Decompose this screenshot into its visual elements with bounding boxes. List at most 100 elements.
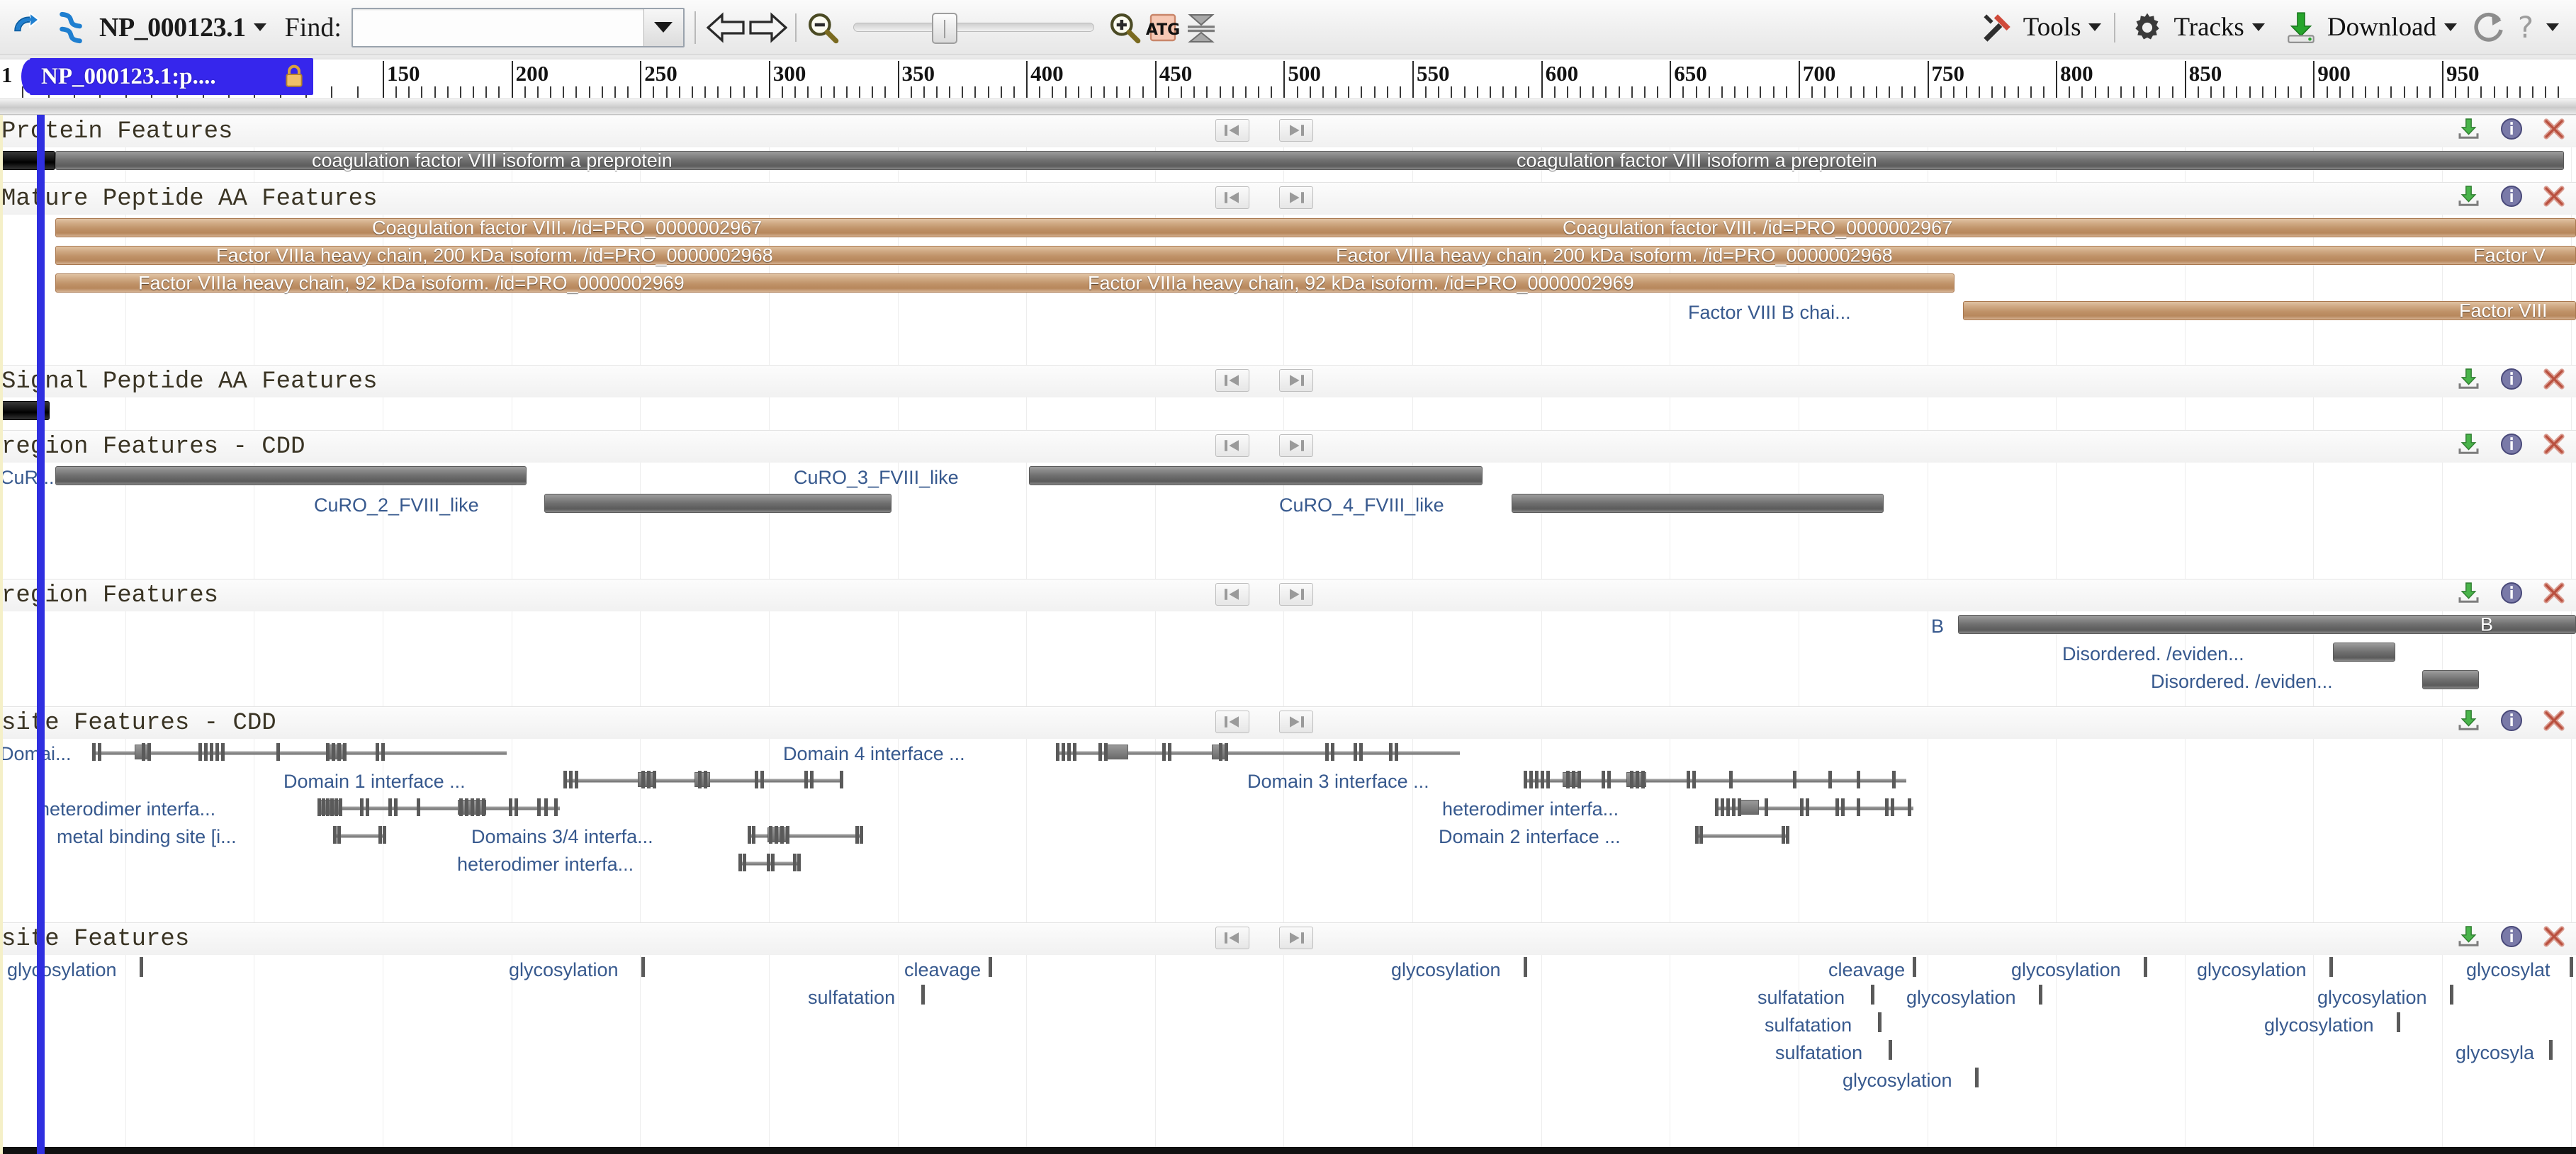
site-marker[interactable]: [276, 743, 280, 761]
feature-bar[interactable]: [544, 494, 892, 513]
site-marker[interactable]: [810, 771, 814, 788]
site-marker[interactable]: [1529, 771, 1533, 788]
site-marker[interactable]: [326, 743, 330, 761]
feature-label[interactable]: Disordered. /eviden...: [2151, 671, 2333, 693]
accession-label[interactable]: NP_000123.1: [99, 12, 246, 43]
site-marker[interactable]: [92, 743, 96, 761]
next-feature-icon[interactable]: [1279, 119, 1313, 142]
site-marker[interactable]: [1732, 798, 1736, 816]
site-marker[interactable]: [793, 854, 797, 871]
site-marker[interactable]: [738, 854, 742, 871]
site-feature-label[interactable]: sulfatation: [808, 987, 895, 1009]
site-marker[interactable]: [139, 957, 143, 977]
site-marker[interactable]: [360, 798, 364, 816]
feature-label[interactable]: Disordered. /eviden...: [2062, 643, 2244, 665]
feature-bar[interactable]: [0, 151, 55, 170]
site-marker[interactable]: [1726, 798, 1730, 816]
site-feature-label[interactable]: glycosylation: [2011, 959, 2121, 981]
site-marker[interactable]: [476, 798, 480, 816]
feature-bar[interactable]: [55, 466, 527, 485]
info-icon[interactable]: [2499, 708, 2524, 732]
site-feature-label[interactable]: glycosylation: [1843, 1070, 1952, 1092]
site-marker[interactable]: [1908, 798, 1911, 816]
site-marker[interactable]: [1359, 743, 1363, 761]
site-marker[interactable]: [1857, 798, 1860, 816]
download-track-icon[interactable]: [2457, 367, 2481, 391]
site-marker[interactable]: [1607, 771, 1611, 788]
site-marker[interactable]: [381, 743, 385, 761]
reload-icon[interactable]: [2468, 9, 2509, 46]
site-marker[interactable]: [2570, 957, 2573, 977]
site-marker[interactable]: [376, 743, 379, 761]
site-feature-label[interactable]: glycosylat: [2466, 959, 2550, 981]
site-marker[interactable]: [653, 771, 656, 788]
feature-label[interactable]: CuRO_4_FVIII_like: [1279, 494, 1444, 516]
position-cursor-line[interactable]: [37, 115, 45, 1154]
site-feature-label[interactable]: glycosylation: [1391, 959, 1501, 981]
site-marker[interactable]: [2038, 985, 2042, 1005]
site-marker[interactable]: [921, 985, 925, 1005]
tools-caret-icon[interactable]: [2088, 23, 2102, 31]
site-marker[interactable]: [1641, 771, 1645, 788]
site-marker[interactable]: [417, 798, 420, 816]
site-marker[interactable]: [366, 798, 369, 816]
site-marker[interactable]: [465, 798, 468, 816]
site-marker[interactable]: [1888, 1040, 1892, 1060]
site-marker[interactable]: [221, 743, 225, 761]
site-marker[interactable]: [780, 826, 784, 844]
feature-label[interactable]: Domain 2 interface ...: [1439, 826, 1621, 848]
feature-bar[interactable]: [2333, 643, 2395, 662]
site-feature-label[interactable]: glycosylation: [2264, 1014, 2374, 1036]
site-marker[interactable]: [804, 771, 808, 788]
site-marker[interactable]: [1835, 798, 1839, 816]
site-marker[interactable]: [1841, 798, 1845, 816]
site-marker[interactable]: [860, 826, 863, 844]
tracks-caret-icon[interactable]: [2251, 23, 2265, 31]
site-marker[interactable]: [775, 826, 778, 844]
zoom-slider-thumb[interactable]: [931, 13, 957, 44]
collapse-icon[interactable]: [1182, 9, 1220, 46]
site-marker[interactable]: [760, 771, 764, 788]
close-icon[interactable]: [2542, 117, 2566, 141]
site-marker[interactable]: [1602, 771, 1605, 788]
site-feature-label[interactable]: glycosylation: [7, 959, 117, 981]
site-marker[interactable]: [1219, 743, 1222, 761]
prev-feature-icon[interactable]: [1215, 583, 1249, 606]
site-marker[interactable]: [1828, 771, 1832, 788]
next-feature-icon[interactable]: [1279, 434, 1313, 457]
site-marker[interactable]: [563, 771, 567, 788]
site-marker[interactable]: [1577, 771, 1581, 788]
feature-label[interactable]: Domain 1 interface ...: [283, 771, 466, 793]
site-marker[interactable]: [797, 854, 801, 871]
site-marker[interactable]: [1870, 985, 1874, 1005]
site-marker[interactable]: [1630, 771, 1633, 788]
site-marker[interactable]: [482, 798, 485, 816]
site-marker[interactable]: [322, 798, 325, 816]
site-marker[interactable]: [337, 743, 341, 761]
site-marker[interactable]: [388, 798, 392, 816]
prev-feature-icon[interactable]: [1215, 119, 1249, 142]
site-marker[interactable]: [1225, 743, 1228, 761]
feature-label[interactable]: CuRO_3_FVIII_like: [794, 467, 959, 489]
site-marker[interactable]: [509, 798, 512, 816]
site-marker[interactable]: [786, 826, 789, 844]
feature-label[interactable]: heterodimer interfa...: [39, 798, 215, 820]
close-icon[interactable]: [2542, 184, 2566, 208]
site-marker[interactable]: [1636, 771, 1639, 788]
site-marker[interactable]: [1062, 743, 1065, 761]
find-combo[interactable]: [351, 7, 685, 47]
site-marker[interactable]: [334, 798, 338, 816]
prev-feature-icon[interactable]: [1215, 186, 1249, 209]
site-marker[interactable]: [378, 826, 382, 844]
feature-label[interactable]: Factor VIII B chai...: [1688, 302, 1851, 324]
feature-label[interactable]: metal binding site [i...: [57, 826, 237, 848]
site-marker[interactable]: [755, 771, 758, 788]
site-marker[interactable]: [1325, 743, 1329, 761]
site-marker[interactable]: [1715, 798, 1719, 816]
site-marker[interactable]: [1857, 771, 1860, 788]
feature-label[interactable]: B: [1931, 616, 1944, 638]
site-marker[interactable]: [459, 798, 463, 816]
site-marker[interactable]: [1524, 771, 1527, 788]
site-marker[interactable]: [2549, 1040, 2553, 1060]
download-track-icon[interactable]: [2457, 708, 2481, 732]
